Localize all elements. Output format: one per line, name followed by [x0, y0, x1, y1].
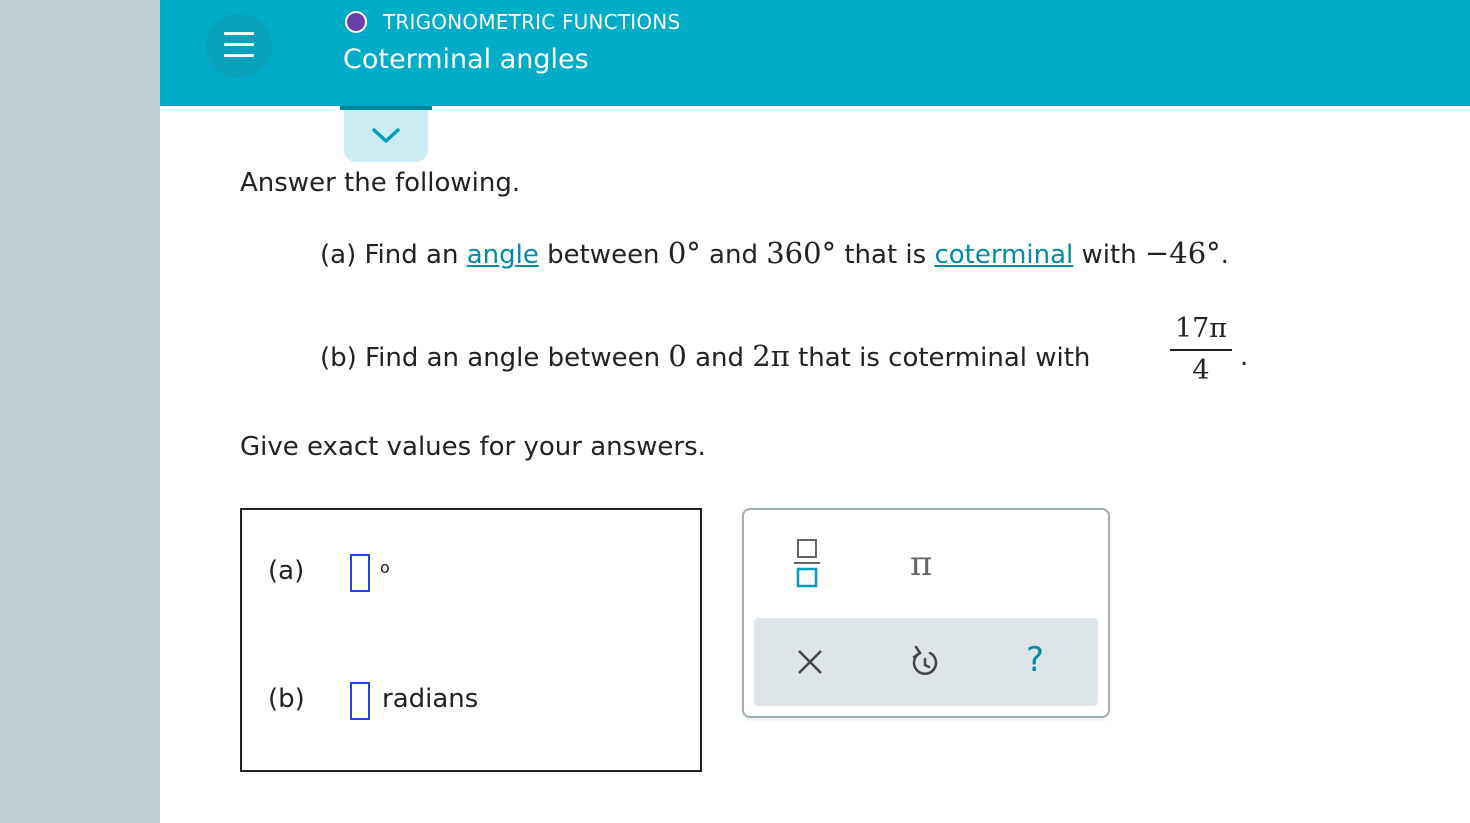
menu-icon-line — [224, 32, 254, 35]
coterminal-link[interactable]: coterminal — [934, 240, 1073, 270]
fraction-icon — [794, 539, 820, 588]
fraction-bar — [1170, 349, 1232, 351]
part-b-value: 2π — [752, 339, 790, 373]
undo-button[interactable] — [909, 644, 941, 682]
page-title: Coterminal angles — [343, 44, 589, 75]
degree-symbol: o — [380, 558, 390, 577]
instruction-text: Give exact values for your answers. — [240, 432, 706, 462]
question-part-a: (a) Find an angle between 0° and 360° th… — [320, 236, 1229, 270]
part-a-value: 360° — [766, 236, 837, 270]
left-sidebar — [0, 0, 160, 823]
part-a-value: −46° — [1144, 236, 1221, 270]
question-intro: Answer the following. — [240, 168, 521, 198]
part-b-lead: (b) Find an angle between — [320, 343, 661, 373]
topic-label: TRIGONOMETRIC FUNCTIONS — [383, 10, 681, 34]
math-toolbar: π ? — [742, 508, 1110, 718]
part-a-text: and — [709, 240, 758, 270]
question-part-b: (b) Find an angle between 0 and 2π that … — [320, 339, 1090, 373]
clear-button[interactable] — [796, 648, 824, 680]
part-b-text: that is coterminal with — [798, 343, 1091, 373]
pi-button[interactable]: π — [910, 544, 932, 584]
part-b-fraction: 17π 4 — [1170, 313, 1232, 386]
part-a-end: . — [1220, 240, 1229, 270]
help-button[interactable]: ? — [1026, 640, 1044, 680]
close-icon — [798, 650, 822, 674]
part-a-text: between — [547, 240, 660, 270]
fraction-denominator: 4 — [1192, 355, 1210, 386]
answer-a-label: (a) — [268, 556, 305, 586]
answer-box: (a) o (b) radians — [240, 508, 702, 772]
part-a-lead: (a) Find an — [320, 240, 459, 270]
toolbar-action-row: ? — [754, 618, 1098, 706]
topic-status-icon — [345, 11, 367, 33]
chevron-down-icon — [372, 128, 400, 143]
answer-b-input[interactable] — [350, 682, 370, 720]
part-b-text: and — [695, 343, 745, 373]
undo-icon — [912, 645, 938, 676]
menu-icon-line — [224, 54, 254, 57]
angle-link[interactable]: angle — [467, 240, 539, 270]
answer-b-label: (b) — [268, 684, 305, 714]
menu-icon-line — [224, 43, 254, 46]
part-a-value: 0° — [667, 236, 701, 270]
menu-button[interactable] — [206, 14, 272, 78]
fraction-button[interactable] — [792, 536, 822, 596]
answer-a-input[interactable] — [350, 554, 370, 592]
radians-unit: radians — [382, 684, 479, 714]
expand-toggle-button[interactable] — [340, 106, 432, 162]
part-a-text: that is — [844, 240, 927, 270]
part-b-end: . — [1240, 342, 1249, 372]
part-b-value: 0 — [668, 339, 687, 373]
part-a-text: with — [1081, 240, 1137, 270]
fraction-numerator: 17π — [1174, 313, 1228, 344]
